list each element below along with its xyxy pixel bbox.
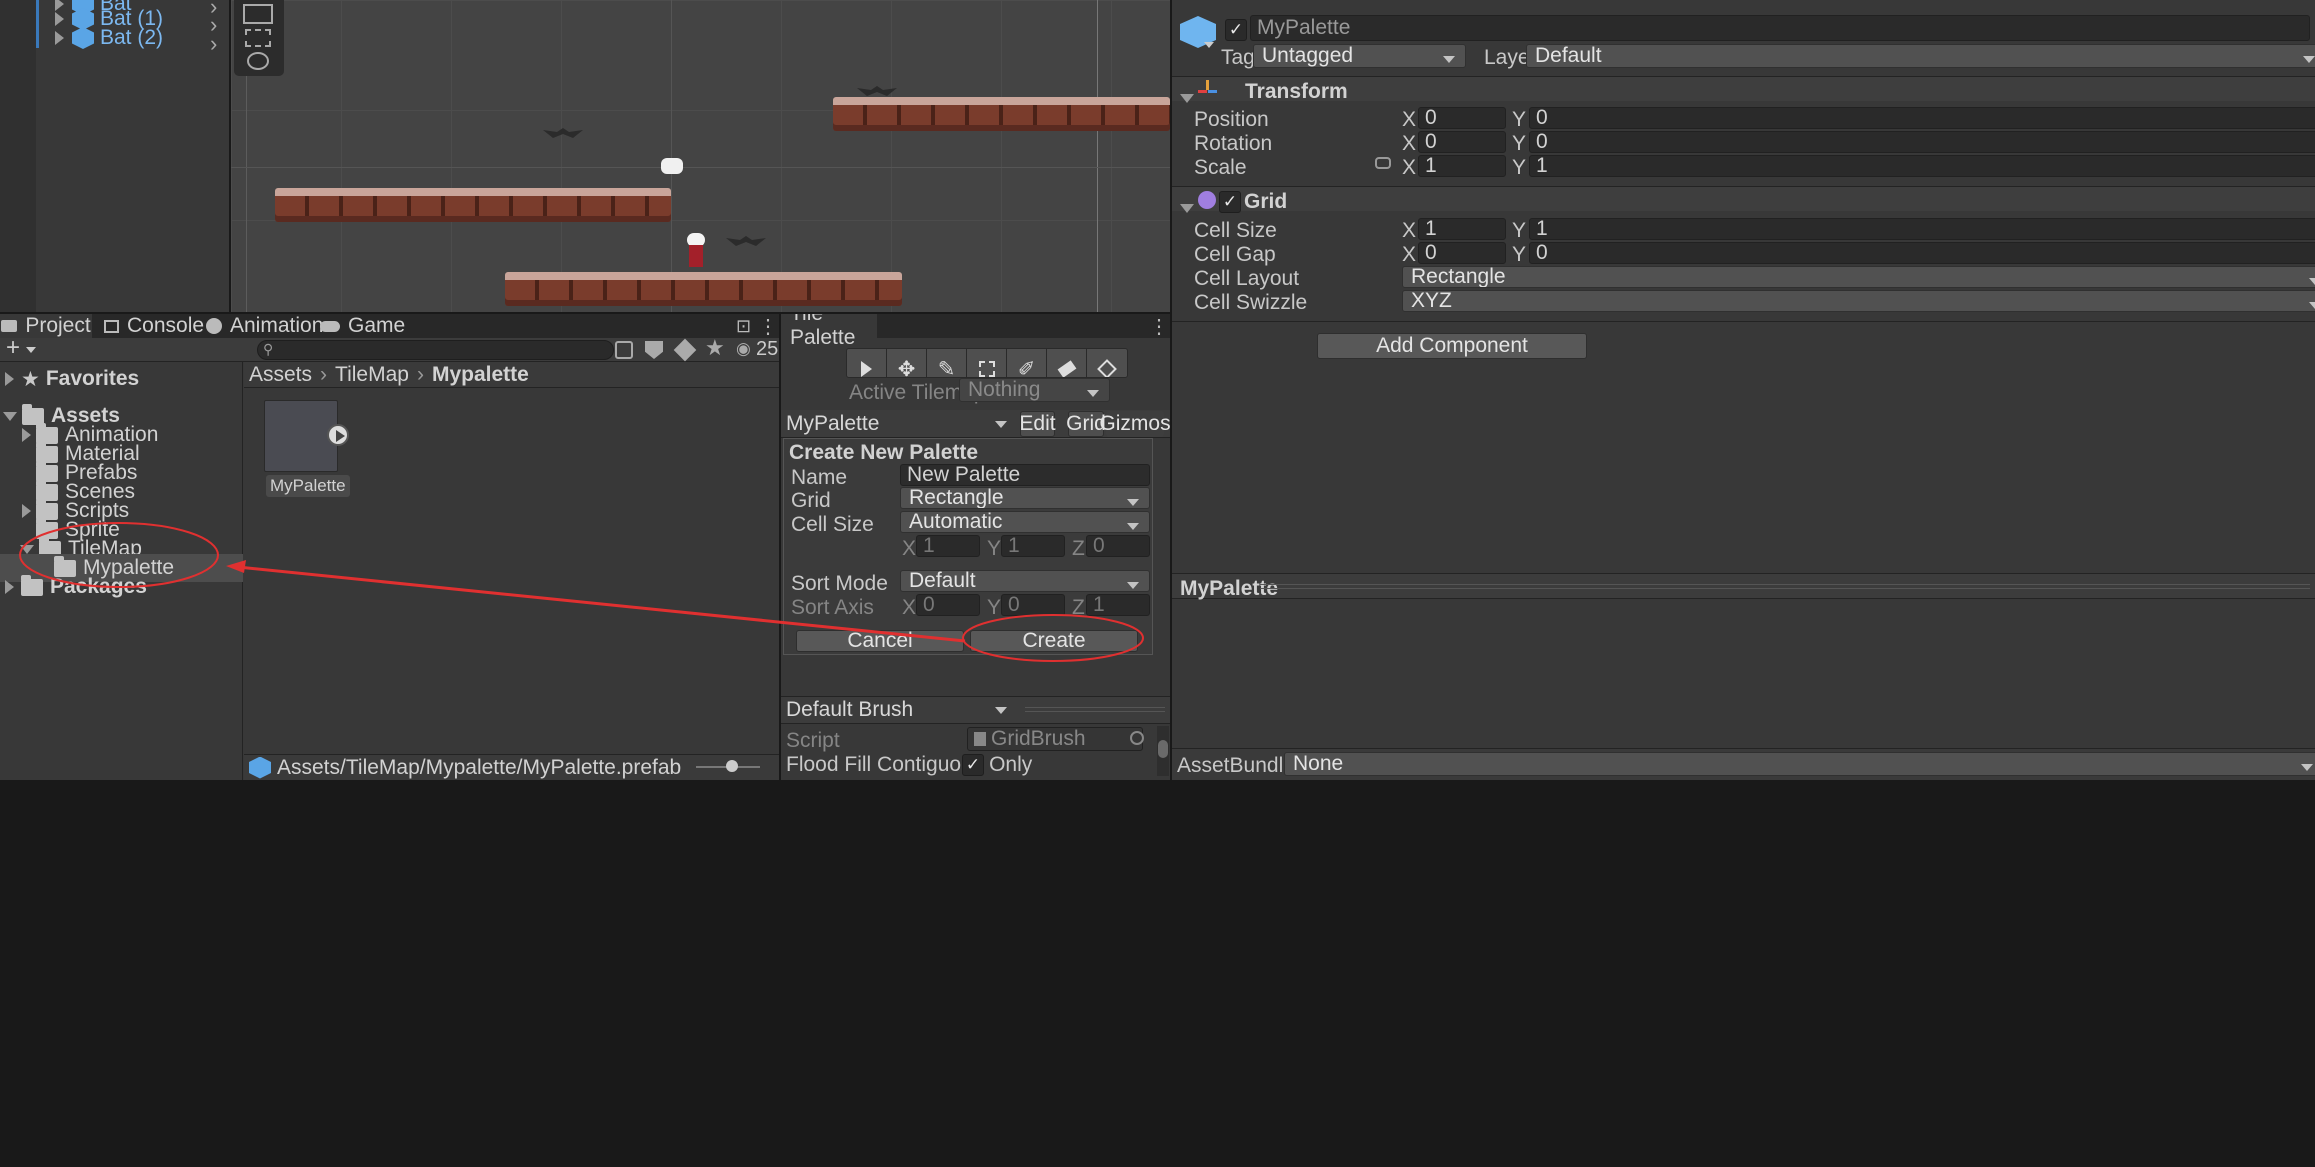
annotation-overlay — [19, 522, 1144, 662]
highlight-ellipse — [19, 522, 219, 588]
highlight-ellipse — [962, 614, 1144, 662]
annotation-arrow — [237, 565, 966, 643]
arrowhead-icon — [226, 560, 246, 573]
